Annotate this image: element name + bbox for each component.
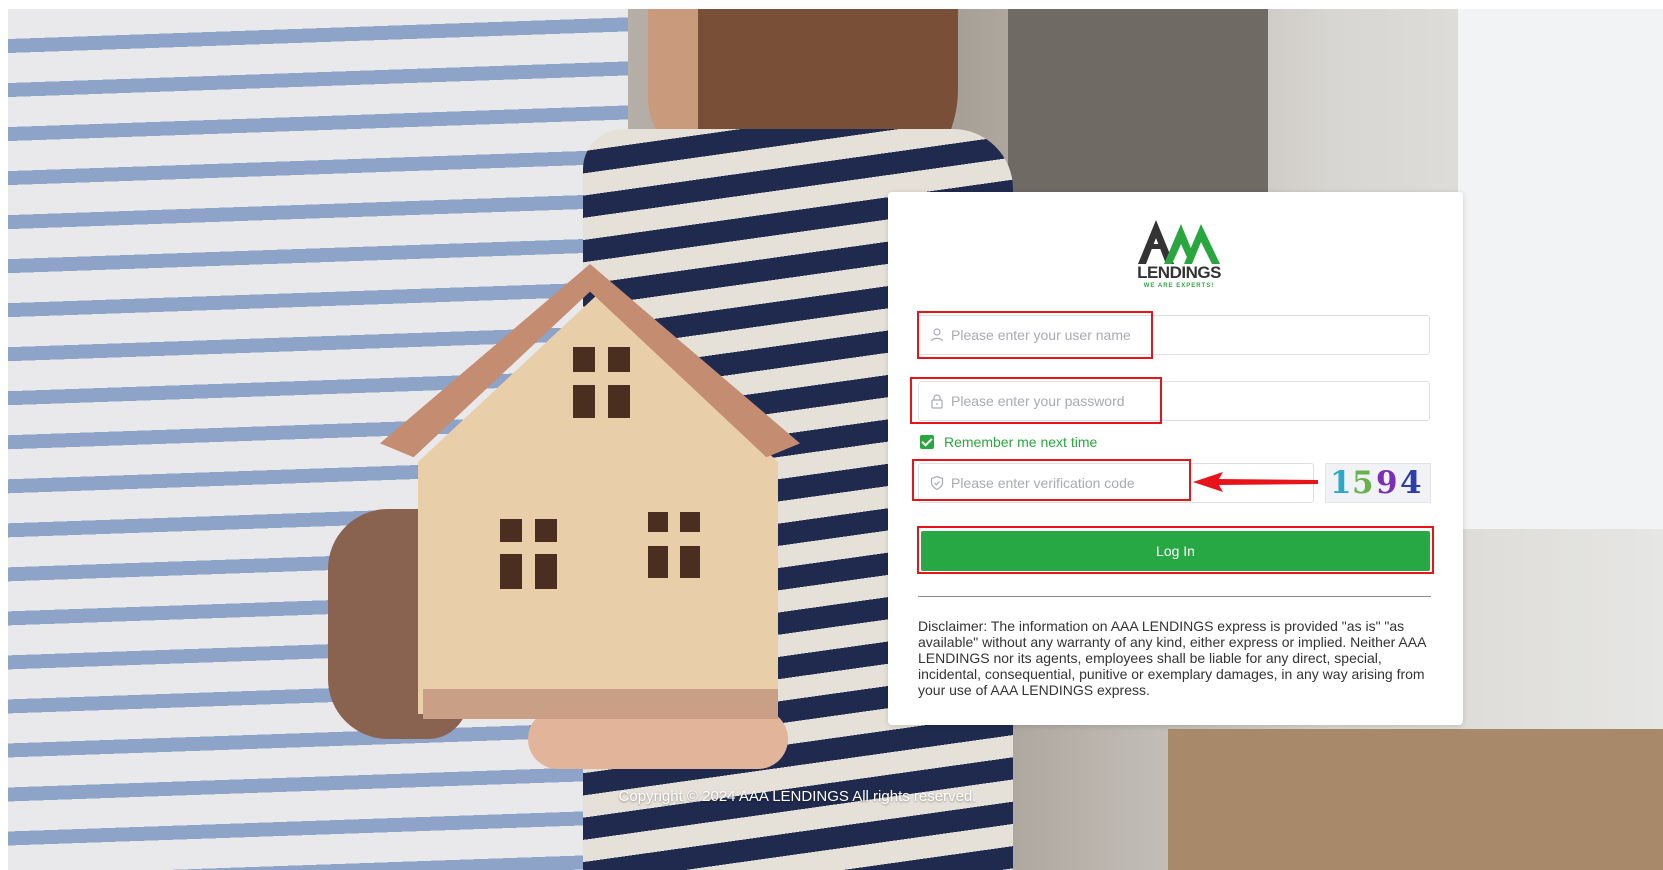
- brand-logo: LENDINGS WE ARE EXPERTS!: [1134, 216, 1224, 296]
- password-field[interactable]: [918, 381, 1430, 421]
- lock-icon: [931, 394, 943, 409]
- divider: [918, 596, 1431, 597]
- login-button[interactable]: Log In: [921, 531, 1430, 571]
- disclaimer-text: Disclaimer: The information on AAA LENDI…: [918, 618, 1426, 698]
- logo-wordmark: LENDINGS: [1137, 263, 1221, 282]
- shield-icon: [930, 475, 944, 491]
- username-field[interactable]: [918, 315, 1430, 355]
- checkbox-checked-icon[interactable]: [920, 435, 934, 449]
- captcha-digit-1: 1: [1330, 465, 1352, 501]
- password-input[interactable]: [951, 382, 1411, 420]
- username-input[interactable]: [951, 316, 1411, 354]
- remember-me-checkbox[interactable]: Remember me next time: [920, 434, 1097, 450]
- copyright-text: Copyright © 2024 AAA LENDINGS All rights…: [618, 788, 977, 805]
- captcha-digit-4: 4: [1400, 465, 1422, 501]
- captcha-digit-3: 9: [1376, 465, 1398, 501]
- captcha-digit-2: 5: [1352, 465, 1374, 501]
- remember-me-label: Remember me next time: [944, 434, 1098, 450]
- annotation-arrow-icon: [1193, 472, 1318, 492]
- logo-mark-icon: [1138, 220, 1220, 264]
- captcha-image[interactable]: 1 5 9 4: [1325, 463, 1431, 503]
- user-icon: [930, 328, 944, 342]
- login-card: LENDINGS WE ARE EXPERTS! Remember me nex…: [888, 192, 1463, 725]
- logo-tagline: WE ARE EXPERTS!: [1143, 283, 1215, 289]
